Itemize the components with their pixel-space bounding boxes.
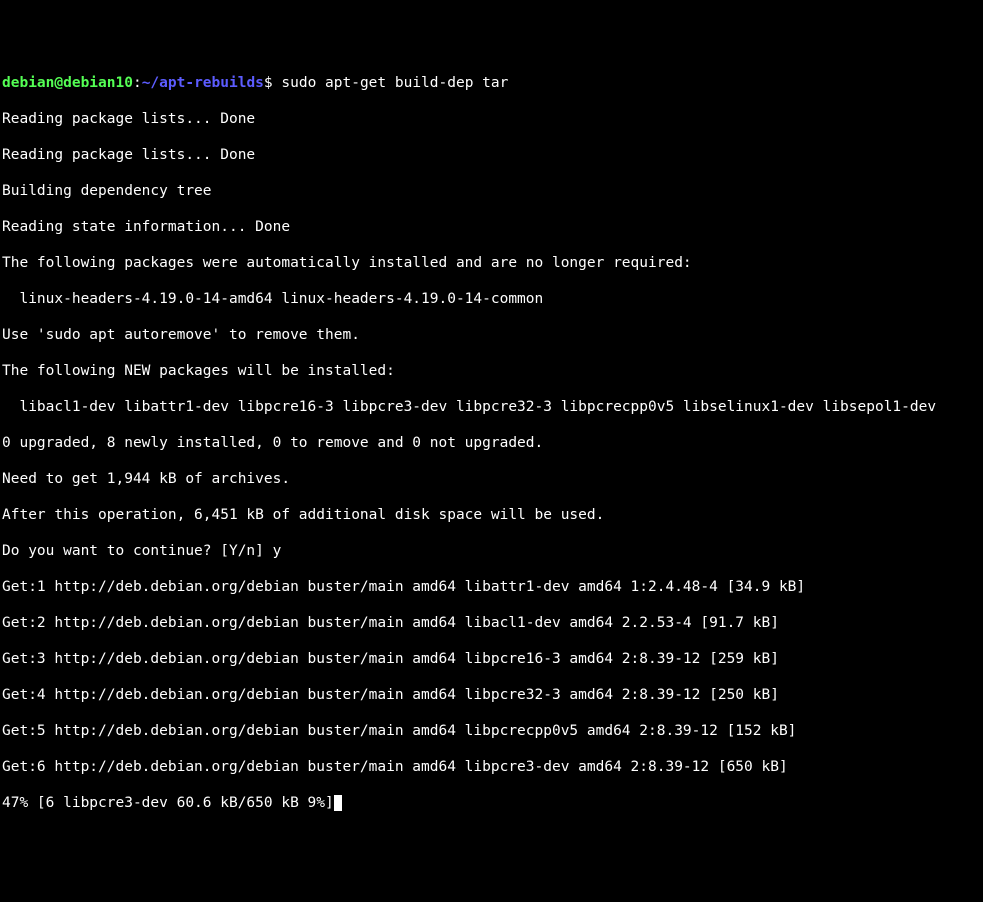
output-line: Get:3 http://deb.debian.org/debian buste… (2, 650, 981, 668)
output-line: Reading package lists... Done (2, 110, 981, 128)
output-line: The following packages were automaticall… (2, 254, 981, 272)
output-line: Get:1 http://deb.debian.org/debian buste… (2, 578, 981, 596)
output-line: The following NEW packages will be insta… (2, 362, 981, 380)
output-line: Get:6 http://deb.debian.org/debian buste… (2, 758, 981, 776)
output-line: linux-headers-4.19.0-14-amd64 linux-head… (2, 290, 981, 308)
prompt-suffix: $ (264, 75, 281, 91)
prompt-path: ~/apt-rebuilds (142, 75, 264, 91)
output-line: Get:4 http://deb.debian.org/debian buste… (2, 686, 981, 704)
output-line: Use 'sudo apt autoremove' to remove them… (2, 326, 981, 344)
output-line: Reading package lists... Done (2, 146, 981, 164)
terminal-window[interactable]: { "prompt": { "user_host": "debian@debia… (0, 0, 983, 509)
progress-line: 47% [6 libpcre3-dev 60.6 kB/650 kB 9%] (2, 794, 981, 812)
output-line: libacl1-dev libattr1-dev libpcre16-3 lib… (2, 398, 981, 416)
output-line: Do you want to continue? [Y/n] y (2, 542, 981, 560)
output-line: Reading state information... Done (2, 218, 981, 236)
output-line: Building dependency tree (2, 182, 981, 200)
output-line: Get:5 http://deb.debian.org/debian buste… (2, 722, 981, 740)
output-line: 0 upgraded, 8 newly installed, 0 to remo… (2, 434, 981, 452)
command-text: sudo apt-get build-dep tar (281, 75, 508, 91)
prompt-user-host: debian@debian10 (2, 75, 133, 91)
output-line: Get:2 http://deb.debian.org/debian buste… (2, 614, 981, 632)
prompt-line: debian@debian10:~/apt-rebuilds$ sudo apt… (2, 74, 981, 92)
output-line: Need to get 1,944 kB of archives. (2, 470, 981, 488)
cursor-block (334, 795, 342, 811)
progress-text: 47% [6 libpcre3-dev 60.6 kB/650 kB 9%] (2, 795, 334, 811)
prompt-colon: : (133, 75, 142, 91)
